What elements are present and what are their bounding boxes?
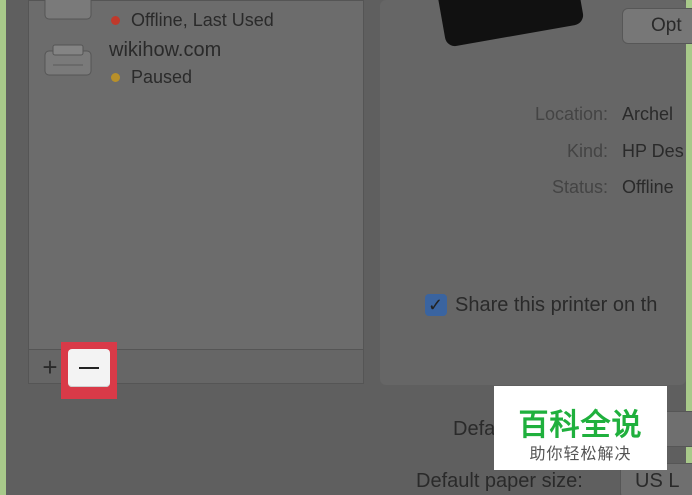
status-label: Status: — [551, 177, 608, 197]
printer-name: wikihow.com — [109, 39, 222, 61]
status-dot — [111, 73, 120, 82]
paper-size-label: Default paper size: — [416, 470, 583, 492]
printer-list: Offline, Last Used wikihow.com Paused — [28, 0, 364, 350]
location-value: Archel — [622, 104, 674, 124]
printer-status: Offline, Last Used — [131, 10, 274, 30]
printer-icon — [44, 44, 92, 76]
printer-status: Paused — [131, 67, 193, 87]
kind-label: Kind: — [566, 141, 608, 161]
watermark-title: 百科全说 — [518, 409, 643, 442]
options-supplies-button[interactable]: Opt — [622, 8, 692, 44]
printer-list-item[interactable]: Offline, Last Used — [29, 0, 365, 37]
checkmark-icon: ✓ — [428, 295, 444, 315]
watermark-subtitle: 助你轻松解决 — [529, 446, 632, 463]
printer-icon — [44, 0, 92, 20]
status-value: Offline — [622, 177, 674, 197]
minus-icon — [79, 367, 99, 369]
share-printer-checkbox[interactable]: ✓ — [425, 294, 447, 316]
printer-list-item[interactable]: wikihow.com Paused — [29, 39, 365, 89]
location-label: Location: — [534, 104, 608, 124]
status-dot — [111, 16, 120, 25]
remove-printer-button[interactable] — [68, 349, 110, 387]
share-printer-label: Share this printer on th — [455, 294, 658, 316]
kind-value: HP Des — [622, 141, 684, 161]
watermark-logo: 百科全说 助你轻松解决 — [494, 386, 667, 470]
default-printer-label: Defa — [453, 418, 496, 440]
